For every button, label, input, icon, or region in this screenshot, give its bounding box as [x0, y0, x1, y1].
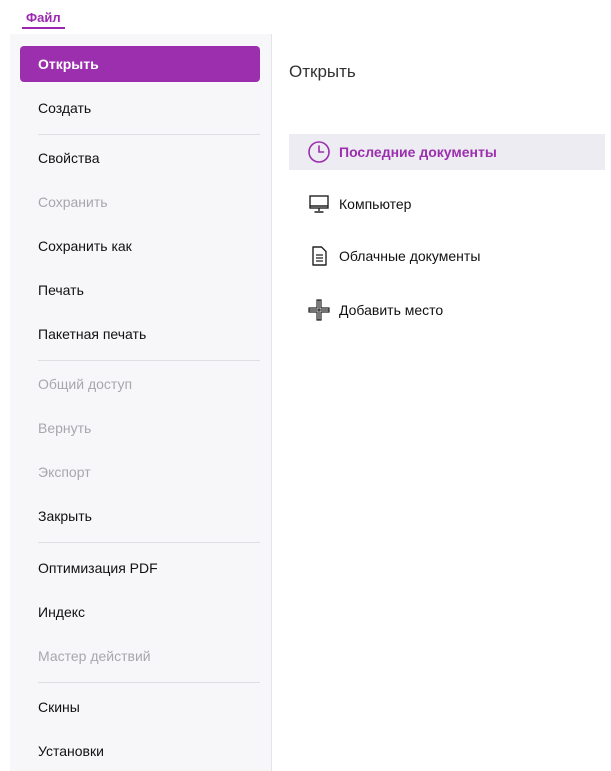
clock-icon [307, 140, 331, 164]
location-recent-documents[interactable]: Последние документы [289, 134, 605, 170]
sidebar-divider [38, 542, 260, 543]
document-icon [307, 244, 331, 268]
location-label: Добавить место [339, 302, 444, 318]
sidebar-item-share[interactable]: Общий доступ [20, 366, 260, 402]
sidebar-item-index[interactable]: Индекс [20, 594, 260, 630]
sidebar-item-save[interactable]: Сохранить [20, 184, 260, 220]
sidebar-item-preferences[interactable]: Установки [20, 733, 260, 769]
file-tab[interactable]: Файл [22, 10, 65, 29]
sidebar-item-skins[interactable]: Скины [20, 689, 260, 725]
sidebar-divider [38, 682, 260, 683]
location-cloud-documents[interactable]: Облачные документы [289, 238, 605, 274]
location-add-place[interactable]: Добавить место [289, 292, 605, 328]
plus-icon [307, 298, 331, 322]
sidebar-item-save-as[interactable]: Сохранить как [20, 228, 260, 264]
menu-bar: Файл [0, 0, 611, 36]
location-label: Последние документы [339, 144, 497, 160]
sidebar-divider [38, 134, 260, 135]
sidebar-item-optimize-pdf[interactable]: Оптимизация PDF [20, 550, 260, 586]
sidebar: Открыть Создать Свойства Сохранить Сохра… [10, 34, 272, 771]
sidebar-item-close[interactable]: Закрыть [20, 498, 260, 534]
location-label: Облачные документы [339, 248, 481, 264]
sidebar-divider [38, 360, 260, 361]
sidebar-item-batch-print[interactable]: Пакетная печать [20, 316, 260, 352]
monitor-icon [307, 192, 331, 216]
page-title: Открыть [289, 62, 356, 81]
sidebar-item-properties[interactable]: Свойства [20, 140, 260, 176]
sidebar-item-export[interactable]: Экспорт [20, 454, 260, 490]
sidebar-item-print[interactable]: Печать [20, 272, 260, 308]
sidebar-item-action-wizard[interactable]: Мастер действий [20, 638, 260, 674]
sidebar-item-revert[interactable]: Вернуть [20, 410, 260, 446]
sidebar-item-open[interactable]: Открыть [20, 46, 260, 82]
location-label: Компьютер [339, 196, 412, 212]
sidebar-item-create[interactable]: Создать [20, 90, 260, 126]
location-computer[interactable]: Компьютер [289, 186, 605, 222]
